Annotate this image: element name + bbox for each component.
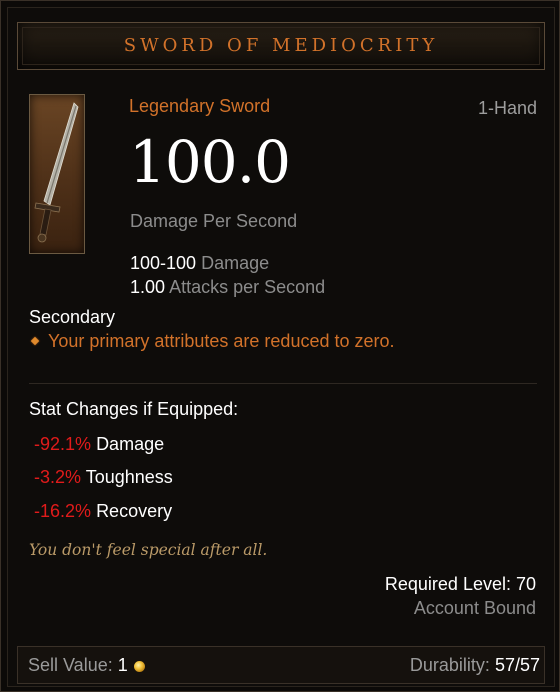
stat-change-label: Toughness [85, 467, 173, 487]
item-name: Sword of Mediocrity [123, 35, 439, 56]
tooltip-header: Sword of Mediocrity [17, 22, 545, 70]
stat-change-label: Damage [96, 434, 165, 454]
account-bound: Account Bound [413, 598, 536, 618]
sell-label: Sell Value: [28, 655, 113, 675]
flavor-text: You don't feel special after all. [29, 541, 268, 559]
stat-change-value: -16.2% [34, 501, 92, 521]
sell-amount: 1 [117, 655, 128, 675]
stat-change-toughness: -3.2% Toughness [34, 467, 173, 488]
stat-change-recovery: -16.2% Recovery [34, 501, 172, 522]
attack-speed-stat: 1.00 Attacks per Second [130, 277, 325, 298]
damage-value: 100-100 [130, 253, 197, 273]
attack-speed-value: 1.00 [130, 277, 166, 297]
damage-label: Damage [201, 253, 270, 273]
attack-speed-label: Attacks per Second [169, 277, 326, 297]
diamond-bullet-icon [30, 336, 40, 345]
secondary-heading: Secondary [29, 307, 116, 327]
required-level: Required Level: 70 [384, 574, 536, 594]
item-icon-frame [29, 94, 85, 254]
sword-icon [34, 102, 79, 243]
divider [29, 383, 537, 384]
durability-value: 57/57 [494, 655, 540, 675]
dps-label: Damage Per Second [130, 211, 298, 231]
tooltip-footer: Sell Value: 1 Durability: 57/57 [17, 646, 545, 684]
gold-coin-icon [133, 661, 145, 672]
item-slot: 1-Hand [477, 98, 537, 118]
item-tooltip: Sword of Mediocrity Legendary Sword 1-Ha… [0, 0, 560, 692]
dps-value: 100.0 [129, 128, 291, 196]
durability: Durability: 57/57 [410, 655, 540, 676]
stat-change-value: -92.1% [34, 434, 92, 454]
stat-changes-heading: Stat Changes if Equipped: [29, 399, 239, 419]
damage-stat: 100-100 Damage [130, 253, 269, 274]
durability-label: Durability: [409, 655, 490, 675]
affix-line: Your primary attributes are reduced to z… [29, 331, 395, 352]
affix-text: Your primary attributes are reduced to z… [48, 331, 395, 351]
stat-change-damage: -92.1% Damage [34, 434, 164, 455]
item-type: Legendary Sword [129, 96, 271, 116]
stat-change-value: -3.2% [34, 467, 82, 487]
sell-value: Sell Value: 1 [28, 655, 145, 676]
stat-change-label: Recovery [96, 501, 173, 521]
